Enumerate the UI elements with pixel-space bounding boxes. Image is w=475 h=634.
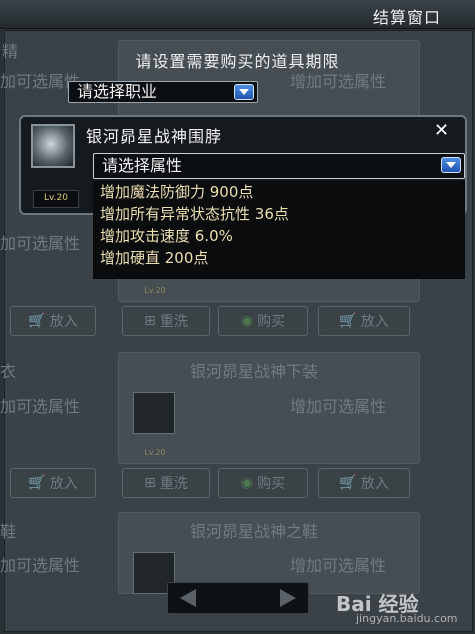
buy-icon: ◉ <box>240 313 254 329</box>
put-button[interactable]: 🛒 放入 <box>318 306 410 336</box>
put-button[interactable]: 🛒 放入 <box>10 468 96 498</box>
card-add-attr: 增加可选属性 <box>290 556 387 575</box>
settings-hint: 请设置需要购买的道具期限 <box>135 52 340 71</box>
attribute-dropdown: 增加魔法防御力 900点 增加所有异常状态抗性 36点 增加攻击速度 6.0% … <box>93 181 465 279</box>
buy-button[interactable]: ◉ 购买 <box>218 306 308 336</box>
attribute-option[interactable]: 增加攻击速度 6.0% <box>93 225 465 247</box>
watermark-url: jingyan.baidu.com <box>356 612 458 625</box>
item-name: 银河昴星战神围脖 <box>86 127 223 146</box>
item-icon <box>133 392 175 434</box>
ghost-add-attr: 加可选属性 <box>0 556 81 575</box>
job-select-value: 请选择职业 <box>77 82 158 101</box>
card-level: Lv.20 <box>144 448 166 457</box>
chevron-down-icon[interactable] <box>234 84 254 100</box>
put-button[interactable]: 🛒 放入 <box>10 306 96 336</box>
wash-icon: ⊞ <box>144 313 156 329</box>
attribute-select[interactable]: 请选择属性 <box>93 153 465 179</box>
card-title: 银河昴星战神下装 <box>190 362 319 381</box>
prev-page-icon[interactable] <box>180 589 196 607</box>
card-add-attr: 增加可选属性 <box>290 397 387 416</box>
card-level: Lv.20 <box>144 286 166 295</box>
next-page-icon[interactable] <box>280 589 296 607</box>
rewash-button[interactable]: ⊞ 重洗 <box>122 306 210 336</box>
card-title: 银河昴星战神之鞋 <box>190 522 319 541</box>
attribute-option[interactable]: 增加魔法防御力 900点 <box>93 181 465 203</box>
attribute-select-value: 请选择属性 <box>102 156 183 175</box>
wash-icon: ⊞ <box>144 475 156 491</box>
ghost-label: 鞋 <box>0 522 17 541</box>
item-icon <box>31 124 75 168</box>
cart-icon: 🛒 <box>339 313 357 329</box>
buy-button[interactable]: ◉ 购买 <box>218 468 308 498</box>
put-button[interactable]: 🛒 放入 <box>318 468 410 498</box>
buy-icon: ◉ <box>240 475 254 491</box>
attribute-option[interactable]: 增加所有异常状态抗性 36点 <box>93 203 465 225</box>
attribute-option[interactable]: 增加硬直 200点 <box>93 247 465 269</box>
pager <box>167 582 309 614</box>
cart-icon: 🛒 <box>28 475 46 491</box>
ghost-label: 衣 <box>0 362 17 381</box>
rewash-button[interactable]: ⊞ 重洗 <box>122 468 210 498</box>
cart-icon: 🛒 <box>339 475 357 491</box>
ghost-add-attr: 加可选属性 <box>0 234 81 253</box>
window-title: 结算窗口 <box>372 8 441 27</box>
chevron-down-icon[interactable] <box>441 157 461 173</box>
item-level-badge: Lv.20 <box>33 190 79 208</box>
job-select[interactable]: 请选择职业 <box>68 81 258 103</box>
close-icon[interactable]: ✕ <box>434 120 449 141</box>
window-titlebar: 结算窗口 <box>0 0 475 29</box>
cart-icon: 🛒 <box>28 313 46 329</box>
ghost-add-attr: 加可选属性 <box>0 397 81 416</box>
